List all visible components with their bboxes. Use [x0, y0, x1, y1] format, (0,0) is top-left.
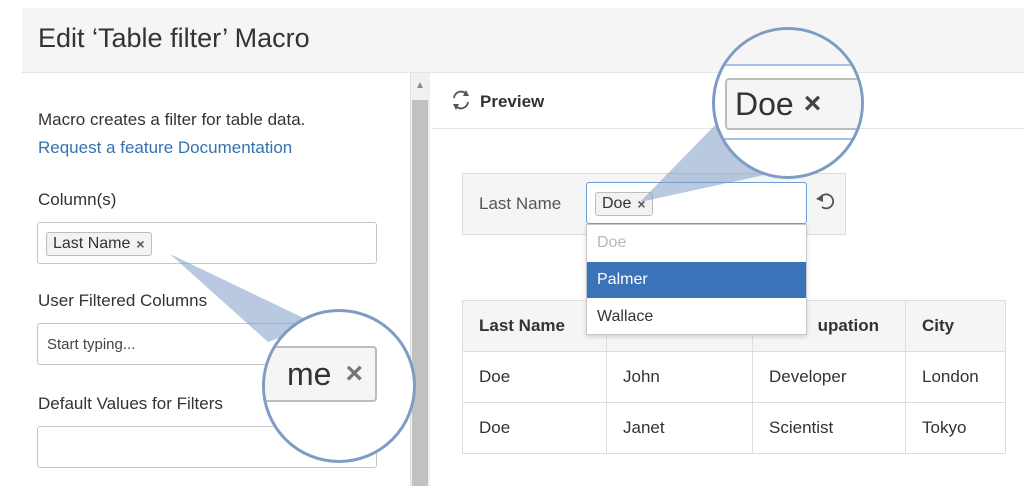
cell-city: Tokyo — [905, 402, 1006, 454]
user-filtered-placeholder: Start typing... — [47, 336, 136, 353]
dropdown-option-palmer[interactable]: Palmer — [587, 262, 806, 298]
remove-tag-icon[interactable]: × — [136, 236, 144, 252]
magnifier-column-label: me — [287, 355, 332, 392]
dialog-title: Edit ‘Table filter’ Macro — [38, 23, 310, 53]
filter-tag: Doe × — [595, 192, 653, 216]
filter-dropdown: Doe Palmer Wallace — [586, 224, 807, 335]
cell-last-name: Doe — [462, 402, 607, 454]
refresh-icon[interactable] — [450, 89, 472, 111]
filter-input[interactable]: Doe × — [586, 182, 807, 224]
magnifier-close-icon: × — [345, 357, 363, 390]
cell-city: London — [905, 351, 1006, 403]
user-filtered-label: User Filtered Columns — [38, 291, 208, 310]
header-last-name[interactable]: Last Name — [462, 300, 607, 352]
cell-occupation: Developer — [752, 351, 906, 403]
table-row: Doe John Developer London — [462, 351, 1006, 403]
magnifier-close-icon: × — [803, 87, 822, 120]
help-links: Request a feature Documentation — [38, 138, 292, 158]
magnifier-preview-label: Doe — [735, 85, 794, 122]
cell-first-name: John — [606, 351, 753, 403]
magnifier-column-tag: me × — [262, 309, 416, 463]
cell-last-name: Doe — [462, 351, 607, 403]
request-feature-link[interactable]: Request a feature — [38, 138, 173, 157]
columns-field[interactable]: Last Name × — [37, 222, 377, 264]
header-city[interactable]: City — [905, 300, 1006, 352]
preview-title: Preview — [480, 92, 545, 111]
column-tag: Last Name × — [46, 232, 152, 256]
scrollbar-thumb[interactable] — [412, 100, 428, 486]
cell-occupation: Scientist — [752, 402, 906, 454]
columns-label: Column(s) — [38, 190, 117, 209]
default-values-label: Default Values for Filters — [38, 394, 223, 413]
documentation-link[interactable]: Documentation — [178, 138, 292, 157]
remove-filter-icon[interactable]: × — [637, 196, 645, 212]
undo-icon[interactable] — [814, 190, 836, 212]
scroll-up-icon[interactable]: ▲ — [412, 78, 428, 94]
dropdown-option-wallace[interactable]: Wallace — [587, 299, 806, 335]
table-row: Doe Janet Scientist Tokyo — [462, 402, 1006, 454]
filter-tag-label: Doe — [602, 195, 632, 212]
dialog-header: Edit ‘Table filter’ Macro — [22, 8, 1024, 73]
dropdown-option-doe: Doe — [597, 234, 627, 251]
cell-first-name: Janet — [606, 402, 753, 454]
macro-description: Macro creates a filter for table data. — [38, 110, 306, 129]
column-tag-label: Last Name — [53, 235, 131, 252]
filter-label: Last Name — [479, 194, 562, 213]
magnifier-preview-tag: Doe × — [712, 27, 864, 179]
